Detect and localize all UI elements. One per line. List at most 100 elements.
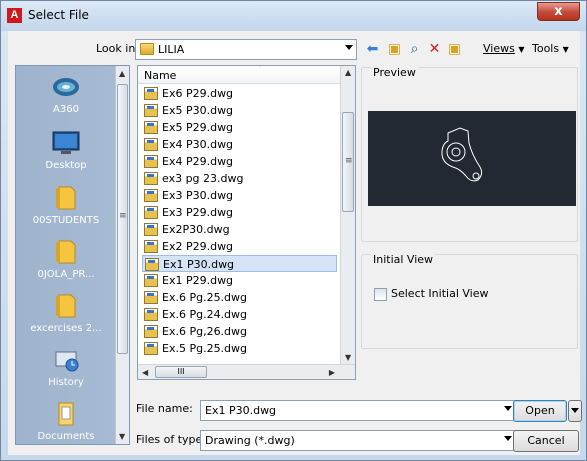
file-row[interactable]: Ex.5 Pg.25.dwg: [142, 340, 337, 357]
file-name: Ex3 P29.dwg: [162, 206, 234, 219]
open-button-label: Open: [525, 404, 555, 417]
tools-dropdown-icon: ▼: [562, 45, 569, 54]
up-folder-icon[interactable]: ▣: [386, 41, 403, 57]
dwg-file-icon: [144, 223, 158, 236]
file-row[interactable]: Ex5 P29.dwg: [142, 119, 337, 136]
select-initial-view-checkbox[interactable]: [374, 288, 387, 301]
files-of-type-dropdown[interactable]: Drawing (*.dwg): [200, 430, 516, 451]
look-in-value: LILIA: [158, 43, 185, 56]
desktop-icon: [52, 131, 80, 154]
title-bar[interactable]: A Select File x: [1, 1, 586, 31]
look-in-dropdown[interactable]: LILIA: [135, 39, 357, 60]
place-label: A360: [53, 104, 79, 115]
documents-icon: [58, 402, 74, 426]
place-desktop[interactable]: Desktop: [16, 130, 116, 171]
dwg-file-icon: [144, 240, 158, 253]
place-00students[interactable]: 00STUDENTS: [16, 185, 116, 226]
close-button[interactable]: x: [537, 2, 580, 21]
file-name: Ex2P30.dwg: [162, 223, 230, 236]
sort-indicator-icon: ˇ: [258, 65, 262, 73]
place-a360[interactable]: A360: [16, 74, 116, 115]
cancel-button[interactable]: Cancel: [513, 430, 579, 452]
name-column-header[interactable]: Name ˇ: [138, 66, 340, 84]
place-excercises[interactable]: excercises 2...: [16, 293, 116, 334]
file-name: Ex3 P30.dwg: [162, 189, 234, 202]
dwg-file-icon: [144, 138, 158, 151]
tools-menu[interactable]: Tools ▼: [532, 42, 569, 55]
dialog-body: Look in: LILIA ⬅ ▣ ⌕ ✕ ▣ Views ▼ Tools ▼…: [8, 31, 582, 455]
open-button[interactable]: Open: [513, 400, 567, 422]
autocad-logo-icon: A: [7, 8, 22, 23]
scroll-up-icon[interactable]: ▲: [119, 69, 125, 78]
delete-icon[interactable]: ✕: [426, 41, 443, 57]
file-list-vertical-scrollbar[interactable]: ▲ ≡ ▼: [340, 66, 355, 364]
scroll-down-icon[interactable]: ▼: [119, 432, 125, 441]
place-label: Documents: [37, 431, 95, 442]
dwg-file-icon: [144, 121, 158, 134]
scroll-right-icon[interactable]: ▶: [329, 368, 335, 377]
window-title: Select File: [28, 8, 89, 22]
dwg-file-icon: [144, 104, 158, 117]
dwg-file-icon: [144, 172, 158, 185]
dwg-file-icon: [144, 308, 158, 321]
dwg-file-icon: [144, 87, 158, 100]
file-row[interactable]: Ex.6 Pg.24.dwg: [142, 306, 337, 323]
scroll-up-icon[interactable]: ▲: [345, 68, 351, 77]
file-row[interactable]: Ex2P30.dwg: [142, 221, 337, 238]
file-name: Ex.6 Pg,26.dwg: [162, 325, 248, 338]
grip-icon: ≡: [119, 211, 127, 221]
dwg-file-icon: [145, 258, 159, 271]
initial-view-group: Initial View Select Initial View: [361, 253, 578, 349]
initial-view-label: Initial View: [371, 253, 436, 266]
dwg-file-icon: [144, 274, 158, 287]
preview-group: Preview: [361, 66, 578, 242]
place-label: excercises 2...: [30, 323, 102, 334]
file-row[interactable]: Ex.6 Pg.25.dwg: [142, 289, 337, 306]
dwg-file-icon: [144, 325, 158, 338]
select-initial-view-label[interactable]: Select Initial View: [391, 287, 488, 300]
file-name-label: File name:: [136, 402, 193, 415]
file-row[interactable]: ex3 pg 23.dwg: [142, 170, 337, 187]
folder-icon: [56, 240, 76, 264]
look-in-label: Look in:: [96, 42, 139, 55]
history-icon: [55, 351, 79, 372]
views-menu[interactable]: Views ▼: [483, 42, 525, 55]
place-label: 0JOLA_PR...: [37, 269, 95, 280]
file-row[interactable]: Ex6 P29.dwg: [142, 85, 337, 102]
a360-cloud-icon: [53, 78, 79, 96]
search-web-icon[interactable]: ⌕: [406, 41, 423, 57]
scroll-down-icon[interactable]: ▼: [345, 353, 351, 362]
file-row[interactable]: Ex3 P29.dwg: [142, 204, 337, 221]
file-list-horizontal-scrollbar[interactable]: ◀ III ▶: [138, 364, 355, 379]
file-row-selected[interactable]: Ex1 P30.dwg: [142, 255, 337, 272]
file-row[interactable]: Ex4 P30.dwg: [142, 136, 337, 153]
folder-icon: [140, 43, 154, 55]
grip-icon: ≡: [345, 156, 353, 166]
places-scrollbar[interactable]: ▲ ≡ ▼: [115, 66, 129, 444]
files-of-type-label: Files of type:: [136, 433, 207, 446]
file-row[interactable]: Ex3 P30.dwg: [142, 187, 337, 204]
file-name: Ex1 P30.dwg: [163, 258, 235, 271]
file-row[interactable]: Ex.6 Pg,26.dwg: [142, 323, 337, 340]
file-name-field[interactable]: Ex1 P30.dwg: [200, 400, 516, 421]
place-0jola-pr[interactable]: 0JOLA_PR...: [16, 239, 116, 280]
place-documents[interactable]: Documents: [16, 401, 116, 442]
scroll-left-icon[interactable]: ◀: [142, 368, 148, 377]
file-name: Ex1 P29.dwg: [162, 274, 234, 287]
file-name: Ex.6 Pg.24.dwg: [162, 308, 248, 321]
file-row[interactable]: Ex5 P30.dwg: [142, 102, 337, 119]
dwg-file-icon: [144, 189, 158, 202]
folder-icon: [56, 294, 76, 318]
file-list: Name ˇ Ex6 P29.dwg Ex5 P30.dwg Ex5 P29.d…: [137, 65, 356, 380]
back-icon[interactable]: ⬅: [364, 41, 381, 57]
create-folder-icon[interactable]: ▣: [446, 41, 463, 57]
chevron-down-icon[interactable]: [504, 406, 512, 411]
file-row[interactable]: Ex4 P29.dwg: [142, 153, 337, 170]
file-row[interactable]: Ex1 P29.dwg: [142, 272, 337, 289]
chevron-down-icon: [345, 45, 353, 50]
preview-image: [368, 111, 576, 206]
horizontal-scroll-thumb[interactable]: III: [155, 366, 207, 378]
file-row[interactable]: Ex2 P29.dwg: [142, 238, 337, 255]
place-history[interactable]: History: [16, 347, 116, 388]
open-options-dropdown[interactable]: [568, 400, 582, 422]
